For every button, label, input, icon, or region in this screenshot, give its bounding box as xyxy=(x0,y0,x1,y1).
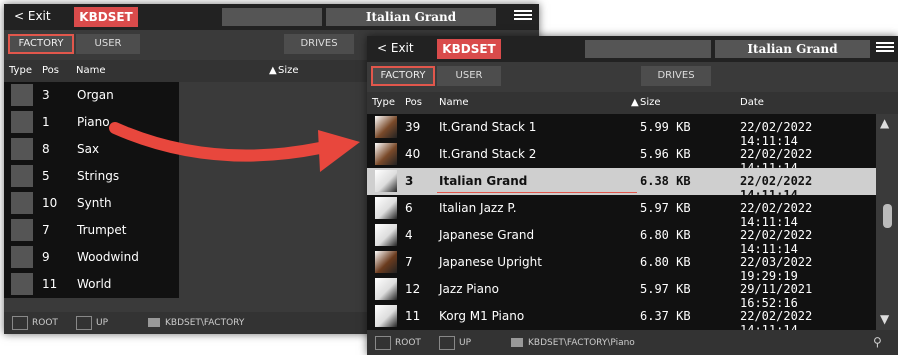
col-date[interactable]: Date xyxy=(740,97,764,108)
piano-thumbnail-icon xyxy=(375,143,397,165)
location-pin-icon[interactable]: ⚲ xyxy=(873,334,882,350)
size-cell: 5.97 KB xyxy=(640,282,691,296)
piano-thumbnail-icon xyxy=(375,197,397,219)
piano-thumbnail-icon xyxy=(375,224,397,246)
piano-thumbnail-icon xyxy=(375,116,397,138)
size-cell: 5.97 KB xyxy=(640,201,691,215)
table-row[interactable]: 12 Jazz Piano 5.97 KB 29/11/2021 16:52:16 xyxy=(367,276,876,310)
tab-drives[interactable]: DRIVES xyxy=(641,66,711,86)
exit-button[interactable]: < Exit xyxy=(377,41,414,55)
piano-thumbnail-icon xyxy=(375,251,397,273)
table-row[interactable]: 6 Italian Jazz P. 5.97 KB 22/02/2022 14:11:… xyxy=(367,195,876,229)
tab-user[interactable]: USER xyxy=(437,66,501,86)
table-row[interactable]: 3 Italian Grand 6.38 KB 22/02/2022 14:11:14 xyxy=(367,168,876,202)
column-header: Type Pos Name ▲ Size Date xyxy=(367,92,898,114)
size-cell: 5.96 KB xyxy=(640,147,691,161)
table-row[interactable]: 7 Japanese Upright 6.80 KB 22/03/2022 19:29… xyxy=(367,249,876,283)
bottom-bar: ROOT UP KBDSET\FACTORY\Piano ⚲ xyxy=(367,330,898,355)
top-bar: < Exit KBDSET Italian Grand xyxy=(367,36,898,62)
pos-cell: 6 xyxy=(405,201,413,215)
scrollbar-thumb[interactable] xyxy=(883,204,892,228)
pos-cell: 3 xyxy=(405,174,414,188)
path-display: KBDSET\FACTORY\Piano xyxy=(511,335,635,351)
size-cell: 6.80 KB xyxy=(640,228,691,242)
name-cell: It.Grand Stack 1 xyxy=(439,120,537,134)
pos-cell: 4 xyxy=(405,228,413,242)
col-name[interactable]: Name xyxy=(439,97,469,108)
menu-icon[interactable] xyxy=(876,40,894,58)
name-cell: Japanese Grand xyxy=(439,228,535,242)
name-cell: Korg M1 Piano xyxy=(439,309,525,323)
col-size[interactable]: Size xyxy=(640,97,661,108)
table-row[interactable]: 4 Japanese Grand 6.80 KB 22/02/2022 14:11:1… xyxy=(367,222,876,256)
table-row[interactable]: 40It.Grand Stack 25.96 KB22/02/2022 14:1… xyxy=(367,141,876,175)
folder-icon xyxy=(511,338,523,347)
piano-thumbnail-icon xyxy=(375,278,397,300)
name-cell: Italian Jazz P. xyxy=(439,201,517,215)
home-icon xyxy=(375,335,391,350)
scroll-down-icon[interactable]: ▼ xyxy=(880,312,894,326)
size-cell: 5.99 KB xyxy=(640,120,691,134)
pos-cell: 11 xyxy=(405,309,421,323)
name-cell: Jazz Piano xyxy=(439,282,499,296)
up-arrow-icon xyxy=(439,335,455,350)
pos-cell: 39 xyxy=(405,120,421,134)
size-cell: 6.80 KB xyxy=(640,255,691,269)
table-row[interactable]: 11Korg M1 Piano6.37 KB22/02/2022 14:11:1… xyxy=(367,303,876,337)
size-cell: 6.38 KB xyxy=(640,174,691,188)
pos-cell: 7 xyxy=(405,255,413,269)
name-cell: It.Grand Stack 2 xyxy=(439,147,537,161)
size-cell: 6.37 KB xyxy=(640,309,691,323)
name-cell: Italian Grand xyxy=(439,174,528,188)
piano-thumbnail-icon xyxy=(375,170,397,192)
col-pos[interactable]: Pos xyxy=(405,97,422,108)
name-cell: Japanese Upright xyxy=(439,255,542,269)
current-sound-title[interactable]: Italian Grand xyxy=(715,40,870,58)
tab-bar: FACTORY USER DRIVES xyxy=(367,62,898,92)
piano-thumbnail-icon xyxy=(375,305,397,327)
root-button[interactable]: ROOT xyxy=(375,335,421,351)
sort-asc-icon: ▲ xyxy=(631,97,639,108)
pos-cell: 40 xyxy=(405,147,421,161)
selection-underline xyxy=(437,192,637,193)
up-button[interactable]: UP xyxy=(439,335,471,351)
scroll-up-icon[interactable]: ▲ xyxy=(880,116,894,130)
tab-factory[interactable]: FACTORY xyxy=(371,66,435,86)
blank-field xyxy=(585,40,711,58)
kbdset-button[interactable]: KBDSET xyxy=(437,39,501,59)
file-list: 39 It.Grand Stack 1 5.99 KB 22/02/2022 14:1… xyxy=(367,114,876,337)
front-window: < Exit KBDSET Italian Grand FACTORY USER… xyxy=(367,36,898,355)
pos-cell: 12 xyxy=(405,282,421,296)
col-type[interactable]: Type xyxy=(372,97,395,108)
table-row[interactable]: 39 It.Grand Stack 1 5.99 KB 22/02/2022 14:1… xyxy=(367,114,876,148)
